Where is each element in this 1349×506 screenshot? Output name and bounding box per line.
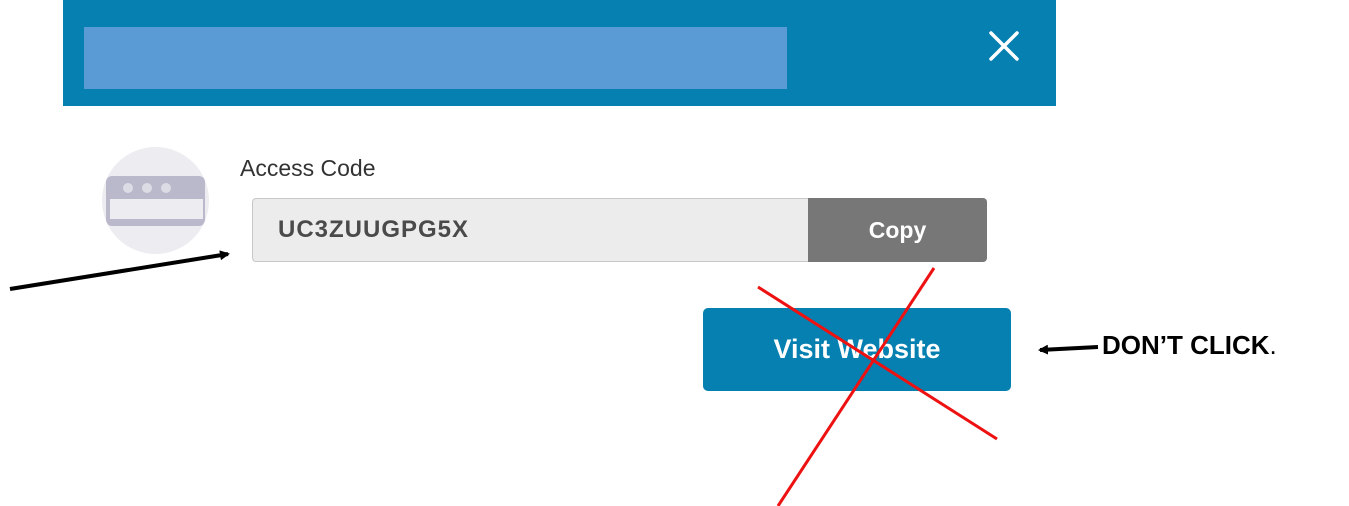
avatar <box>102 147 209 254</box>
arrow-to-visit-button <box>1038 344 1099 355</box>
close-button[interactable] <box>982 24 1026 68</box>
dont-click-annotation: DON’T CLICK. <box>1102 330 1277 361</box>
arrow-to-access-code <box>9 250 230 291</box>
close-icon <box>989 31 1019 61</box>
dont-click-period: . <box>1269 330 1277 360</box>
access-code-field[interactable] <box>252 198 810 262</box>
visit-website-button[interactable]: Visit Website <box>703 308 1011 391</box>
dialog-header <box>63 0 1056 106</box>
screenshot-stage: Access Code Copy Visit Website DON’T CLI… <box>0 0 1349 506</box>
access-code-label: Access Code <box>240 155 376 181</box>
browser-window-icon <box>106 176 205 226</box>
header-title-placeholder <box>84 27 787 89</box>
dont-click-text: DON’T CLICK <box>1102 330 1270 360</box>
copy-button[interactable]: Copy <box>808 198 987 262</box>
